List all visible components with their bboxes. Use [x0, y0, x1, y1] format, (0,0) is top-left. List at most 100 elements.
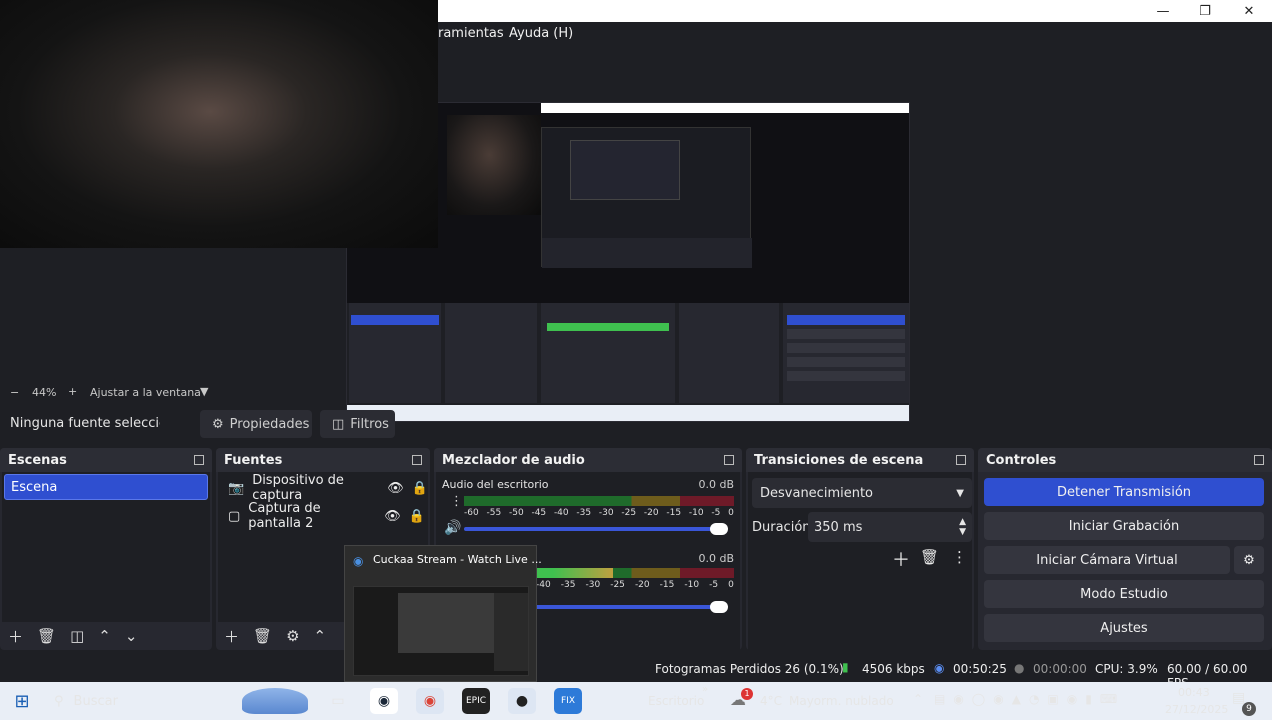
- scene-item[interactable]: Escena: [4, 474, 208, 500]
- sources-title: Fuentes: [224, 452, 283, 468]
- bitrate: 4506 kbps: [862, 662, 925, 676]
- trash-icon[interactable]: 🗑: [920, 548, 939, 566]
- source-label: Dispositivo de captura: [252, 473, 344, 503]
- clock-date[interactable]: 27/12/2025: [1165, 703, 1228, 716]
- gear-icon[interactable]: ⚙: [286, 627, 299, 645]
- lock-icon[interactable]: 🔒: [412, 481, 428, 496]
- eye-icon[interactable]: 👁: [387, 481, 404, 496]
- zoom-out-button[interactable]: −: [10, 386, 19, 399]
- studio-mode-button[interactable]: Modo Estudio: [984, 580, 1264, 608]
- weather-text[interactable]: Mayorm. nublado: [789, 694, 894, 708]
- nested-preview: [541, 127, 752, 268]
- mixer-title: Mezclador de audio: [442, 452, 585, 468]
- zoom-value: 44%: [32, 386, 57, 399]
- channel-db: 0.0 dB: [698, 552, 734, 565]
- volume-meter: [464, 496, 734, 506]
- meter-scale: -60 -55 -50 -45 -40 -35 -30 -25 -20 -15 -10 -5 0: [464, 508, 734, 518]
- fit-window-label[interactable]: Ajustar a la ventana: [90, 386, 201, 399]
- kebab-menu-icon[interactable]: ⋮: [450, 494, 463, 509]
- properties-label: Propiedades: [229, 416, 310, 432]
- chevron-up-icon[interactable]: ⌃: [913, 692, 923, 706]
- scene-filter-icon[interactable]: ◫: [70, 627, 84, 645]
- signal-icon: ▮: [842, 660, 849, 674]
- chevron-down-icon[interactable]: ⌄: [125, 627, 138, 645]
- duration-label: Duración: [752, 520, 811, 535]
- menu-help[interactable]: Ayuda (H): [509, 26, 573, 41]
- filter-icon: ◫: [332, 416, 345, 432]
- controls-dock: Controles Detener Transmisión Iniciar Gr…: [978, 448, 1272, 650]
- kebab-menu-icon[interactable]: ⋮: [952, 548, 967, 566]
- add-icon[interactable]: ＋: [892, 546, 910, 572]
- float-dock-icon[interactable]: [724, 455, 734, 465]
- zoom-bar: − 44% + Ajustar a la ventana ▼: [0, 384, 1272, 402]
- transition-selected: Desvanecimiento: [760, 485, 874, 501]
- filters-button[interactable]: ◫ Filtros: [320, 410, 395, 438]
- tray-icons[interactable]: ▤◉◯◉▲◔▣◉▮⌨: [934, 692, 1125, 706]
- popup-title: Cuckaa Stream - Watch Live ...: [373, 553, 542, 566]
- scenes-title: Escenas: [8, 452, 67, 468]
- transitions-dock: Transiciones de escena Desvanecimiento ▼…: [746, 448, 974, 650]
- eye-icon[interactable]: 👁: [384, 509, 401, 524]
- record-time: 00:00:00: [1033, 662, 1087, 676]
- controls-title: Controles: [986, 452, 1057, 468]
- stop-stream-button[interactable]: Detener Transmisión: [984, 478, 1264, 506]
- stream-time: 00:50:25: [953, 662, 1007, 676]
- source-item-capture-device[interactable]: 📷 Dispositivo de captura 👁 🔒: [218, 473, 428, 503]
- add-icon[interactable]: ＋: [224, 626, 239, 647]
- obs-icon[interactable]: ●: [508, 688, 536, 714]
- chevron-up-icon[interactable]: ⌃: [314, 627, 327, 645]
- weather-badge: 1: [741, 688, 753, 700]
- chevron-up-icon[interactable]: ⌃: [98, 627, 111, 645]
- trash-icon[interactable]: 🗑: [37, 627, 56, 645]
- transition-select[interactable]: Desvanecimiento ▼: [752, 478, 972, 508]
- clock-time[interactable]: 00:43: [1178, 686, 1210, 699]
- float-dock-icon[interactable]: [956, 455, 966, 465]
- filters-label: Filtros: [350, 416, 389, 432]
- float-dock-icon[interactable]: [194, 455, 204, 465]
- source-label: Captura de pantalla 2: [248, 501, 321, 531]
- nested-webcam: [447, 115, 541, 215]
- properties-button[interactable]: ⚙ Propiedades: [200, 410, 312, 438]
- minimize-button[interactable]: —: [1140, 0, 1186, 22]
- menu-tools[interactable]: ramientas: [438, 26, 504, 41]
- stream-icon: ◉: [934, 661, 945, 675]
- desktop-label[interactable]: Escritorio: [648, 694, 704, 708]
- chrome-icon[interactable]: ◉: [416, 688, 444, 714]
- popup-thumbnail: [353, 586, 529, 676]
- weather-temp[interactable]: 4°C: [760, 694, 782, 708]
- settings-button[interactable]: Ajustes: [984, 614, 1264, 642]
- search-highlight-icon: [242, 688, 308, 714]
- scenes-dock: Escenas Escena ＋ 🗑 ◫ ⌃ ⌄: [0, 448, 212, 650]
- source-item-screen-capture[interactable]: ▢ Captura de pantalla 2 👁 🔒: [218, 501, 428, 531]
- search-label: Buscar: [73, 693, 118, 709]
- epic-games-icon[interactable]: EPIC: [462, 688, 490, 714]
- task-view-icon[interactable]: ▭: [324, 688, 352, 714]
- volume-slider[interactable]: [464, 523, 728, 535]
- monitor-icon: ▢: [228, 508, 241, 524]
- steam-icon[interactable]: ◉: [370, 688, 398, 714]
- nested-titlebar: [541, 103, 909, 113]
- chevron-down-icon[interactable]: ▼: [200, 385, 208, 398]
- spinner-icon[interactable]: ▲ ▼: [959, 517, 966, 537]
- speaker-icon[interactable]: 🔊: [444, 520, 461, 536]
- taskbar-preview-popup[interactable]: ◉ Cuckaa Stream - Watch Live ...: [344, 545, 542, 682]
- add-icon[interactable]: ＋: [8, 626, 23, 647]
- duration-input[interactable]: 350 ms ▲ ▼: [808, 512, 972, 542]
- zoom-in-button[interactable]: +: [68, 385, 77, 398]
- start-recording-button[interactable]: Iniciar Grabación: [984, 512, 1264, 540]
- webcam-capture: [0, 0, 438, 248]
- virtual-camera-button[interactable]: Iniciar Cámara Virtual: [984, 546, 1230, 574]
- trash-icon[interactable]: 🗑: [253, 627, 272, 645]
- lock-icon[interactable]: 🔒: [409, 509, 425, 524]
- chevron-icon: »: [702, 684, 709, 695]
- duration-value: 350 ms: [814, 519, 863, 535]
- gear-icon[interactable]: ⚙: [1234, 546, 1264, 574]
- app-icon[interactable]: FIX: [554, 688, 582, 714]
- float-dock-icon[interactable]: [412, 455, 422, 465]
- restore-button[interactable]: ❐: [1182, 0, 1228, 22]
- chrome-icon: ◉: [353, 554, 364, 568]
- windows-start-icon[interactable]: ⊞: [8, 688, 36, 714]
- channel-db: 0.0 dB: [698, 478, 734, 491]
- close-button[interactable]: ✕: [1226, 0, 1272, 22]
- float-dock-icon[interactable]: [1254, 455, 1264, 465]
